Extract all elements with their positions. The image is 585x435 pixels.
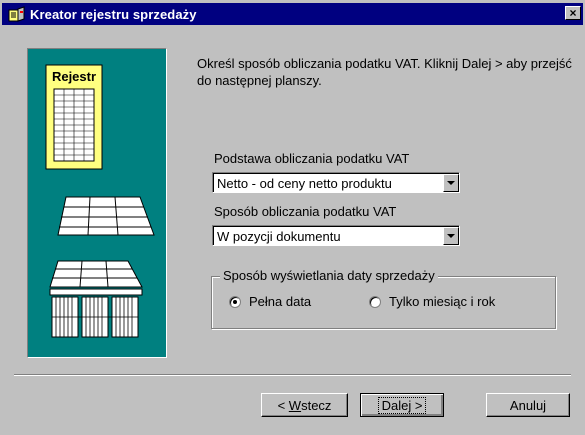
radio-full-date-label: Pełna data — [249, 294, 312, 309]
vat-method-label: Sposób obliczania podatku VAT — [214, 204, 397, 219]
title-bar[interactable]: Kreator rejestru sprzedaży × — [2, 3, 583, 25]
vat-basis-dropdown-button[interactable] — [443, 174, 459, 192]
wizard-window: Kreator rejestru sprzedaży × Rejestr Okr… — [0, 0, 585, 435]
vat-method-dropdown-button[interactable] — [443, 227, 459, 245]
vat-basis-label: Podstawa obliczania podatku VAT — [214, 151, 410, 166]
wizard-illustration: Rejestr — [27, 48, 167, 358]
radio-unselected-icon — [369, 295, 381, 308]
divider — [14, 374, 571, 376]
radio-month-year[interactable]: Tylko miesiąc i rok — [369, 294, 495, 309]
radio-month-year-label: Tylko miesiąc i rok — [389, 294, 496, 309]
next-button[interactable]: Dalej > — [360, 393, 444, 417]
next-button-label: Dalej > — [377, 396, 427, 414]
chevron-down-icon — [447, 180, 455, 185]
chevron-down-icon — [447, 233, 455, 238]
vat-method-dropdown[interactable]: W pozycji dokumentu — [212, 225, 460, 246]
cancel-button[interactable]: Anuluj — [486, 393, 570, 417]
window-title: Kreator rejestru sprzedaży — [30, 6, 197, 22]
stacked-table-icon — [49, 260, 143, 338]
radio-selected-icon — [229, 295, 241, 308]
cancel-button-label: Anuluj — [509, 397, 547, 413]
intro-text: Określ sposób obliczania podatku VAT. Kl… — [197, 56, 572, 88]
sale-date-display-group: Sposób wyświetlania daty sprzedaży Pełna… — [211, 268, 556, 329]
close-button[interactable]: × — [565, 6, 581, 20]
sale-date-display-legend: Sposób wyświetlania daty sprzedaży — [220, 268, 438, 283]
vat-basis-value: Netto - od ceny netto produktu — [217, 176, 392, 191]
vat-method-value: W pozycji dokumentu — [217, 229, 341, 244]
back-button-label: < Wstecz — [277, 397, 332, 413]
flat-table-icon — [57, 196, 155, 236]
close-icon: × — [569, 6, 577, 20]
register-document-icon: Rejestr — [45, 64, 103, 170]
back-button[interactable]: < Wstecz — [261, 393, 348, 417]
wizard-app-icon — [8, 6, 26, 22]
register-label: Rejestr — [52, 69, 96, 84]
vat-basis-dropdown[interactable]: Netto - od ceny netto produktu — [212, 172, 460, 193]
radio-full-date[interactable]: Pełna data — [229, 294, 311, 309]
